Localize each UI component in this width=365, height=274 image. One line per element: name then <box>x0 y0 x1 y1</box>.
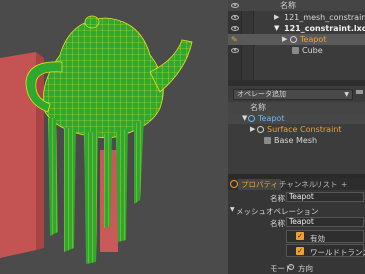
properties-tabs: プロパティ チャンネル リスト + <box>228 178 365 190</box>
mesh-icon <box>248 115 255 122</box>
minimize-icon[interactable] <box>356 90 363 94</box>
expand-arrow-icon[interactable]: ▶ <box>282 34 287 45</box>
operation-row[interactable]: Base Mesh <box>228 135 365 146</box>
item-list-row-selected[interactable]: ✎ ▶ Teapot <box>228 34 365 45</box>
mode-radio[interactable] <box>288 264 294 270</box>
item-list-row[interactable]: ▶ 121_mesh_constraint <box>228 12 365 23</box>
name-column-label: 名称 <box>280 1 296 10</box>
tab-add[interactable]: + <box>338 179 350 190</box>
operation-label: Teapot <box>258 114 285 123</box>
world-transform-label: ワールドトランスフォーム <box>310 248 365 257</box>
add-operator-button[interactable]: オペレータ追加 ▼ <box>233 89 353 100</box>
3d-viewport[interactable] <box>0 0 228 274</box>
operations-header: 名称 <box>228 102 365 113</box>
eye-icon[interactable] <box>231 48 239 53</box>
eye-icon[interactable] <box>231 26 239 31</box>
name-label: 名称 <box>270 194 285 203</box>
collapse-arrow-icon[interactable]: ▼ <box>230 206 235 213</box>
gear-icon <box>230 180 238 188</box>
eye-icon[interactable] <box>231 15 239 20</box>
enable-label: 有効 <box>310 234 325 243</box>
enable-checkbox[interactable]: ✓ <box>296 232 304 240</box>
item-label: Teapot <box>300 35 327 44</box>
constraint-icon <box>257 126 264 133</box>
collapse-arrow-icon[interactable]: ▼ <box>242 113 247 124</box>
collapse-arrow-icon[interactable]: ▼ <box>274 23 279 34</box>
tab-list[interactable]: リスト <box>312 179 341 190</box>
mesh-icon <box>264 137 271 144</box>
operation-row[interactable]: ▶ Surface Constraint <box>228 124 365 135</box>
world-transform-checkbox[interactable]: ✓ <box>296 247 304 255</box>
eye-icon[interactable] <box>231 3 239 8</box>
item-list-header: 名称 <box>228 0 365 11</box>
section-label: メッシュオペレーション <box>236 207 319 216</box>
expand-arrow-icon[interactable]: ▶ <box>250 124 255 135</box>
cube-icon <box>292 47 299 54</box>
name-field[interactable]: Teapot <box>286 192 364 202</box>
mode-value: 方向 <box>298 264 313 273</box>
tab-properties[interactable]: プロパティ <box>238 179 282 190</box>
item-label: Cube <box>302 46 323 55</box>
viewport-scene <box>0 15 193 264</box>
operation-label: Base Mesh <box>274 136 318 145</box>
expand-arrow-icon[interactable]: ▶ <box>274 12 279 23</box>
item-label: 121_constraint.lxo <box>284 24 365 33</box>
name-column-label: 名称 <box>250 103 266 112</box>
operation-label: Surface Constraint <box>267 125 342 134</box>
dropdown-arrow-icon: ▼ <box>344 91 349 98</box>
item-list-row[interactable]: Cube <box>228 45 365 56</box>
properties-panel: プロパティ チャンネル リスト + 名称 Teapot ▼ メッシュオペレーショ… <box>228 178 365 274</box>
add-operator-label: オペレータ追加 <box>237 90 286 98</box>
mesh-icon <box>290 36 297 43</box>
item-label: 121_mesh_constraint <box>284 13 365 22</box>
item-list-panel: 名称 ▶ 121_mesh_constraint ▼ 121_constrain… <box>228 0 365 80</box>
operation-row[interactable]: ▼ Teapot <box>228 113 365 124</box>
mesh-operations-panel: オペレータ追加 ▼ 名称 ▼ Teapot ▶ Surface Constrai… <box>228 86 365 174</box>
pen-icon[interactable]: ✎ <box>231 34 238 45</box>
inner-name-field[interactable]: Teapot <box>286 217 364 227</box>
item-list-row[interactable]: ▼ 121_constraint.lxo <box>228 23 365 34</box>
inner-name-label: 名称 <box>270 219 285 228</box>
